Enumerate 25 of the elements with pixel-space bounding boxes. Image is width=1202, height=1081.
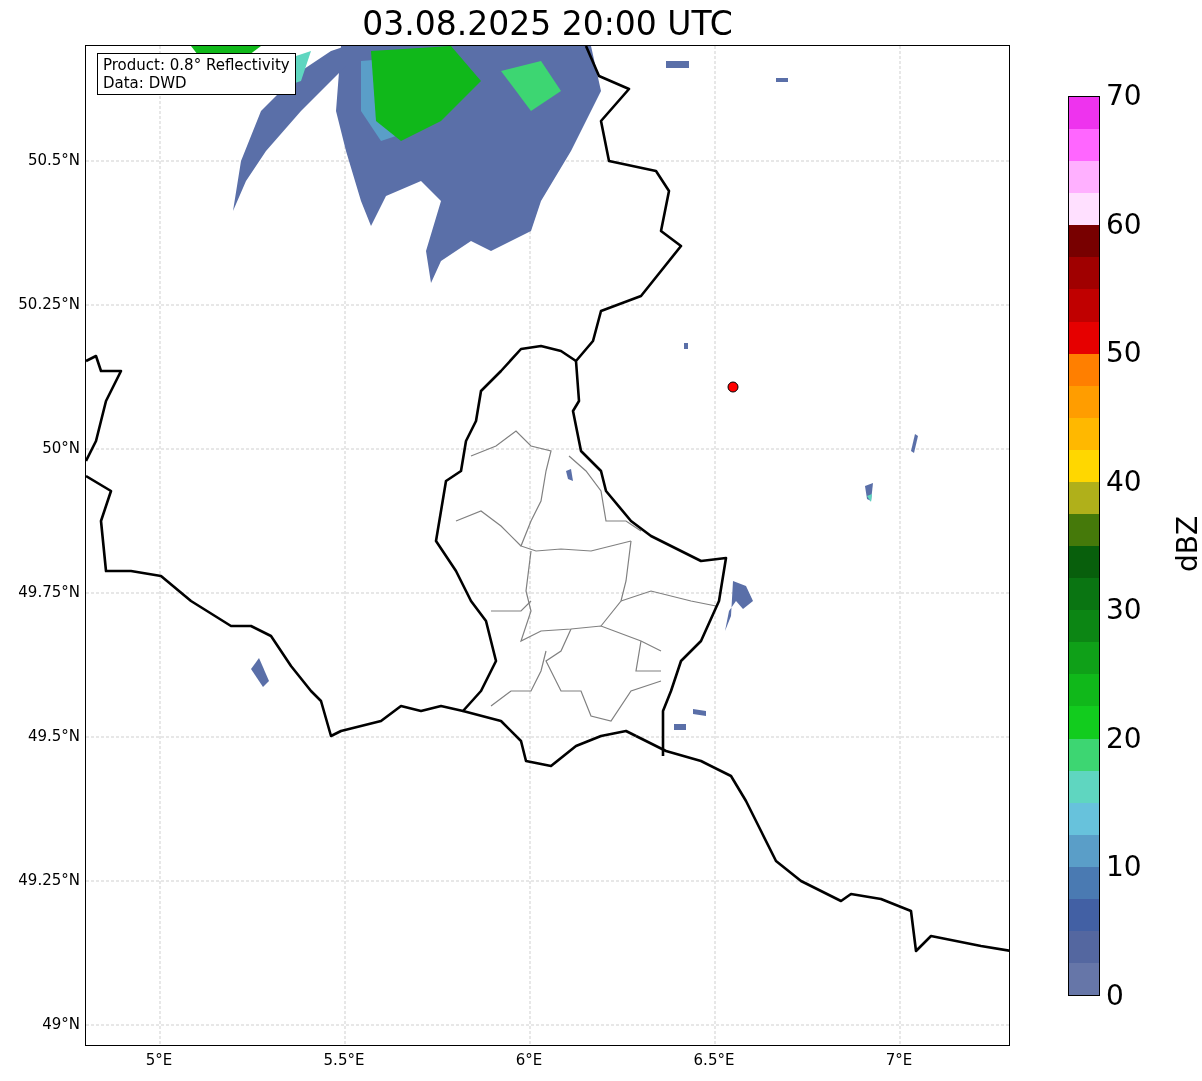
latitude-label: 50.25°N: [18, 295, 80, 313]
latitude-label: 49.25°N: [18, 871, 80, 889]
info-text: Product: 0.8° Reflectivity: [103, 56, 290, 74]
colorbar-tick-label: 50: [1106, 337, 1142, 370]
colorbar-tick-label: 30: [1106, 594, 1142, 627]
latitude-label: 50.5°N: [27, 151, 80, 169]
longitude-label: 5°E: [145, 1051, 173, 1069]
latitude-label: 49.75°N: [18, 583, 80, 601]
colorbar-tick-label: 0: [1106, 980, 1124, 1012]
longitude-label: 6°E: [515, 1051, 543, 1069]
latitude-label: 49.5°N: [27, 727, 80, 745]
longitude-label: 6.5°E: [693, 1051, 735, 1069]
colorbar-tick-label: 60: [1106, 208, 1142, 241]
latitude-label: 49°N: [42, 1015, 80, 1033]
longitude-label: 7°E: [885, 1051, 913, 1069]
latitude-label: 50°N: [42, 439, 80, 457]
info-text: Data: DWD: [103, 74, 188, 92]
colorbar-tick-label: 40: [1106, 465, 1142, 498]
colorbar-label: dBZ: [1172, 515, 1202, 573]
longitude-label: 5.5°E: [323, 1051, 365, 1069]
station-marker: [727, 381, 739, 393]
colorbar-tick-label: 20: [1106, 722, 1142, 755]
colorbar-tick-label: 70: [1106, 80, 1142, 112]
chart-title: 03.08.2025 20:00 UTC: [361, 4, 734, 44]
colorbar-tick-label: 10: [1106, 851, 1142, 884]
